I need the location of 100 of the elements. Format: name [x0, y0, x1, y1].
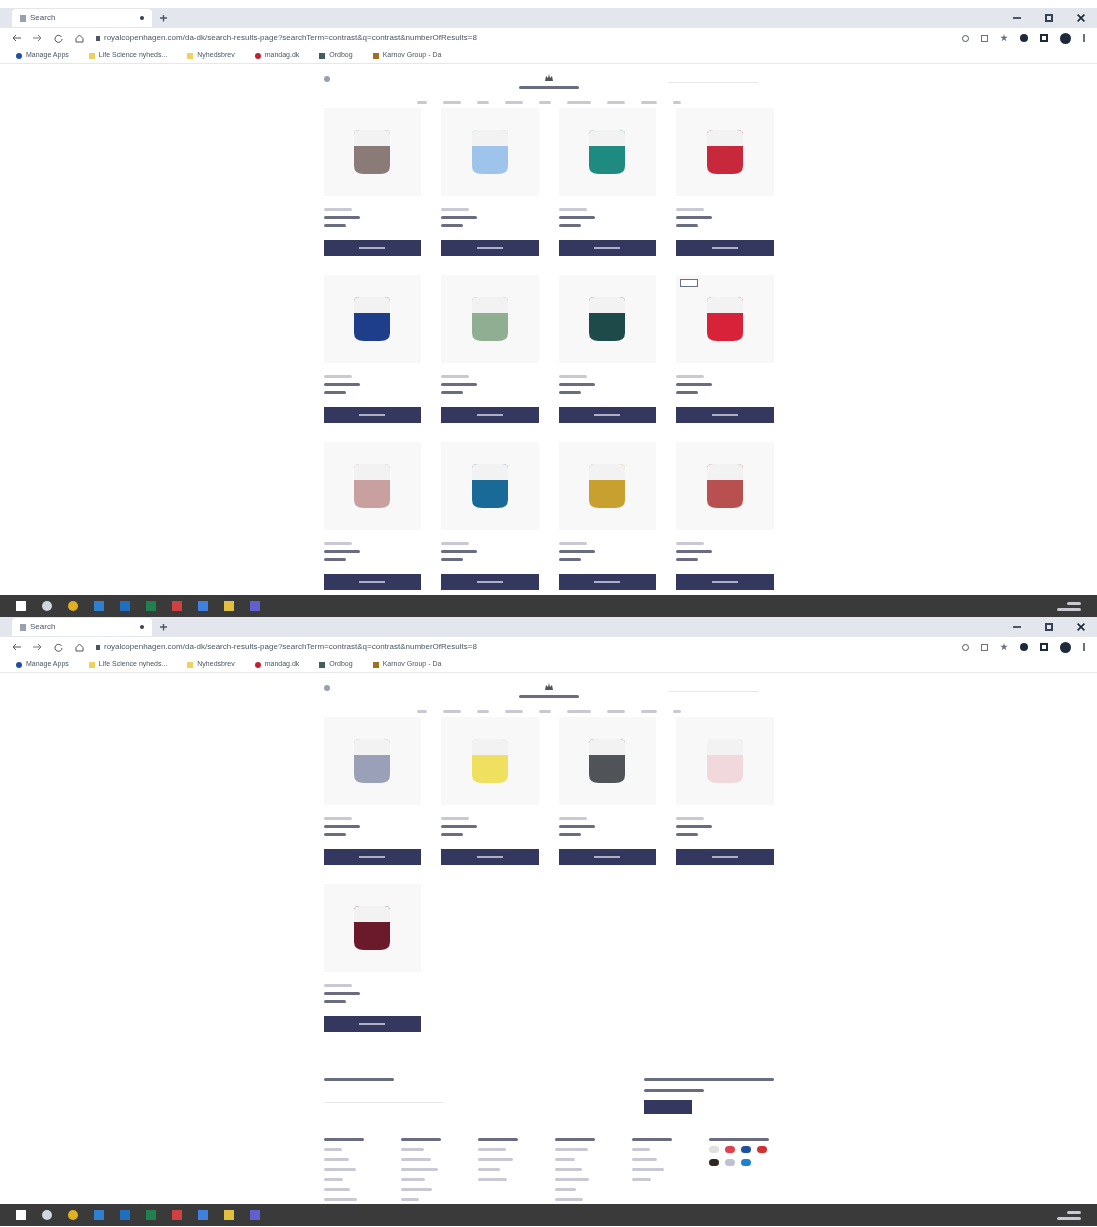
illegible-text-bar [441, 383, 477, 386]
illegible-text-bar [1067, 1210, 1081, 1214]
sign-up-button[interactable] [643, 1100, 692, 1114]
share-icon[interactable] [981, 34, 988, 42]
illegible-text-bar [476, 101, 489, 104]
bookmark-icon [88, 52, 95, 59]
illegible-text-bar [606, 710, 625, 713]
tab-title: Search [30, 12, 56, 24]
forward-icon[interactable] [33, 34, 42, 42]
bookmark-icon [372, 52, 379, 59]
back-icon[interactable] [12, 34, 21, 42]
illegible-text-bar [441, 817, 469, 820]
add-to-cart-button[interactable] [676, 849, 774, 865]
illegible-text-bar [441, 825, 477, 828]
illegible-text-bar [606, 101, 625, 104]
illegible-text-bar [323, 1000, 346, 1003]
add-to-cart-button[interactable] [676, 407, 774, 423]
illegible-text-bar [441, 208, 469, 211]
home-icon[interactable] [75, 33, 84, 43]
illegible-text-bar [631, 1138, 672, 1141]
add-to-cart-button[interactable] [441, 407, 539, 423]
illegible-text-bar [323, 558, 346, 561]
bookmark-icon [254, 52, 261, 59]
illegible-text-bar [477, 1178, 507, 1181]
share-icon[interactable] [981, 643, 988, 651]
add-to-cart-button[interactable] [323, 849, 421, 865]
illegible-text-bar [323, 833, 346, 836]
illegible-text-bar [323, 1148, 342, 1151]
illegible-text-bar [676, 224, 698, 227]
extensions-icon[interactable] [1020, 643, 1028, 651]
add-to-cart-button[interactable] [323, 407, 421, 423]
illegible-text-bar [323, 1158, 349, 1161]
illegible-text-bar [558, 825, 595, 828]
new-tab-icon[interactable] [160, 14, 167, 22]
illegible-text-bar [477, 1158, 513, 1161]
illegible-text-bar [554, 1188, 576, 1191]
menu-icon[interactable] [323, 76, 330, 82]
add-to-cart-button[interactable] [558, 407, 656, 423]
illegible-text-bar [672, 710, 681, 713]
illegible-text-bar [558, 542, 587, 545]
new-tab-icon[interactable] [160, 623, 167, 631]
illegible-text-bar [676, 216, 712, 219]
illegible-text-bar [400, 1198, 419, 1201]
browser-tab[interactable]: Search [12, 618, 152, 636]
taskbar-app-icon[interactable] [42, 1210, 52, 1220]
illegible-text-bar [676, 817, 704, 820]
close-icon[interactable] [1077, 623, 1085, 631]
taskbar-app-icon[interactable] [42, 601, 52, 611]
restore-icon[interactable] [1045, 623, 1053, 631]
forward-icon[interactable] [33, 643, 42, 651]
illegible-text-bar [323, 992, 360, 995]
profile-avatar[interactable] [1060, 32, 1071, 44]
profile-avatar[interactable] [1060, 641, 1071, 653]
illegible-text-bar [400, 1178, 425, 1181]
illegible-text-bar [558, 216, 595, 219]
illegible-text-bar [416, 710, 427, 713]
extensions-icon[interactable] [1020, 34, 1028, 42]
add-to-cart-button[interactable] [558, 574, 656, 590]
reload-icon[interactable] [54, 642, 63, 652]
illegible-text-bar [631, 1178, 651, 1181]
add-to-cart-button[interactable] [676, 574, 774, 590]
browser-tab[interactable]: Search [12, 9, 152, 27]
illegible-text-bar [323, 391, 346, 394]
badge-outline [680, 279, 698, 287]
payment-card-icon [740, 1159, 751, 1166]
illegible-text-bar [441, 550, 477, 553]
taskbar-app-icon[interactable] [68, 1210, 78, 1220]
page-icon [20, 14, 26, 22]
illegible-text-bar [708, 1138, 769, 1141]
menu-icon[interactable] [323, 685, 330, 691]
home-icon[interactable] [75, 642, 84, 652]
address-bar[interactable]: royalcopenhagen.com/da-dk/search-results-page?searchTerm=contrast&q=contrast&numberOfResults=8 [96, 30, 950, 46]
add-to-cart-button[interactable] [558, 240, 656, 256]
back-icon[interactable] [12, 643, 21, 651]
sidebar-icon[interactable] [1040, 34, 1048, 42]
payment-card-icon [724, 1146, 735, 1153]
tab-title: Search [30, 621, 56, 633]
illegible-text-bar [554, 1168, 582, 1171]
add-to-cart-button[interactable] [441, 849, 539, 865]
add-to-cart-button[interactable] [323, 240, 421, 256]
restore-icon[interactable] [1045, 14, 1053, 22]
add-to-cart-button[interactable] [676, 240, 774, 256]
add-to-cart-button[interactable] [323, 1016, 421, 1032]
illegible-text-bar [400, 1148, 424, 1151]
add-to-cart-button[interactable] [441, 574, 539, 590]
illegible-text-bar [441, 542, 469, 545]
taskbar-app-icon[interactable] [68, 601, 78, 611]
close-icon[interactable] [1077, 14, 1085, 22]
reload-icon[interactable] [54, 33, 63, 43]
illegible-text-bar [323, 216, 360, 219]
sidebar-icon[interactable] [1040, 643, 1048, 651]
illegible-text-bar [672, 101, 681, 104]
add-to-cart-button[interactable] [558, 849, 656, 865]
lock-icon [96, 644, 100, 650]
illegible-text-bar [441, 558, 463, 561]
illegible-text-bar [416, 101, 427, 104]
payment-card-icon [724, 1159, 735, 1166]
add-to-cart-button[interactable] [323, 574, 421, 590]
add-to-cart-button[interactable] [441, 240, 539, 256]
address-bar[interactable]: royalcopenhagen.com/da-dk/search-results-page?searchTerm=contrast&q=contrast&numberOfResults=8 [96, 639, 950, 655]
